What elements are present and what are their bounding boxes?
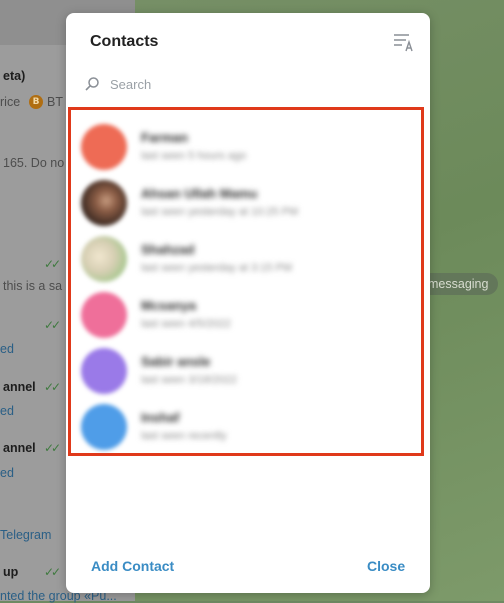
contact-row[interactable]: Sabir ansle last seen 3/18/2022 xyxy=(81,348,411,398)
contact-row[interactable]: Farman last seen 5 hours ago xyxy=(81,124,411,174)
search-bar xyxy=(84,73,414,97)
double-check-icon: ✓✓ xyxy=(44,318,61,332)
contact-name: Farman xyxy=(141,130,188,145)
contacts-dialog: Contacts Farman last seen 5 hours ago Ahsa… xyxy=(66,13,430,593)
bitcoin-icon: B xyxy=(29,95,43,109)
contact-last-seen: last seen 4/5/2022 xyxy=(141,318,231,330)
search-input[interactable] xyxy=(110,73,400,95)
service-message-pill: messaging xyxy=(420,273,499,295)
contact-last-seen: last seen 3/18/2022 xyxy=(141,374,238,386)
contact-name: Inshaf xyxy=(141,410,180,425)
bg-chat-title-fragment: annel xyxy=(3,441,36,455)
bg-chat-preview-fragment: ed xyxy=(0,342,14,356)
bg-chat-preview-fragment: rice xyxy=(0,95,21,109)
bg-chat-preview-fragment: ed xyxy=(0,466,14,480)
double-check-icon: ✓✓ xyxy=(44,380,61,394)
contact-avatar xyxy=(81,292,127,338)
bg-chat-preview-fragment: 165. Do no xyxy=(3,156,65,170)
contact-row[interactable]: Mcsanya last seen 4/5/2022 xyxy=(81,292,411,342)
contact-row[interactable]: Shahzad last seen yesterday at 3:15 PM xyxy=(81,236,411,286)
close-button[interactable]: Close xyxy=(367,558,405,574)
bg-chat-preview-fragment: Telegram xyxy=(0,528,52,542)
contact-name: Mcsanya xyxy=(141,298,196,313)
contact-avatar xyxy=(81,348,127,394)
contact-avatar xyxy=(81,404,127,450)
dialog-title: Contacts xyxy=(90,33,159,50)
contact-last-seen: last seen recently xyxy=(141,430,227,442)
contact-avatar xyxy=(81,236,127,282)
search-icon xyxy=(85,77,99,91)
contact-name: Ahsan Ullah Mamu xyxy=(141,186,258,201)
bg-chat-title-fragment: up xyxy=(3,565,19,579)
double-check-icon: ✓✓ xyxy=(44,257,61,271)
add-contact-button[interactable]: Add Contact xyxy=(91,558,174,574)
contact-row[interactable]: Ahsan Ullah Mamu last seen yesterday at 1… xyxy=(81,180,411,230)
contact-name: Shahzad xyxy=(141,242,195,257)
double-check-icon: ✓✓ xyxy=(44,441,61,455)
double-check-icon: ✓✓ xyxy=(44,565,61,579)
contact-name: Sabir ansle xyxy=(141,354,211,369)
contacts-list: Farman last seen 5 hours ago Ahsan Ullah M… xyxy=(68,107,424,456)
contact-last-seen: last seen yesterday at 10:25 PM xyxy=(141,206,299,218)
bg-chat-preview-fragment: BT xyxy=(47,95,63,109)
contact-last-seen: last seen yesterday at 3:15 PM xyxy=(141,262,293,274)
contact-row[interactable]: Inshaf last seen recently xyxy=(81,404,411,454)
bg-chat-title-fragment: eta) xyxy=(3,69,26,83)
contact-avatar xyxy=(81,124,127,170)
contact-avatar xyxy=(81,180,127,226)
sort-alpha-icon[interactable] xyxy=(392,31,416,53)
bg-chat-preview-fragment: this is a sa xyxy=(3,279,63,293)
bg-chat-title-fragment: annel xyxy=(3,380,36,394)
contact-last-seen: last seen 5 hours ago xyxy=(141,150,247,162)
bg-chat-preview-fragment: ed xyxy=(0,404,14,418)
